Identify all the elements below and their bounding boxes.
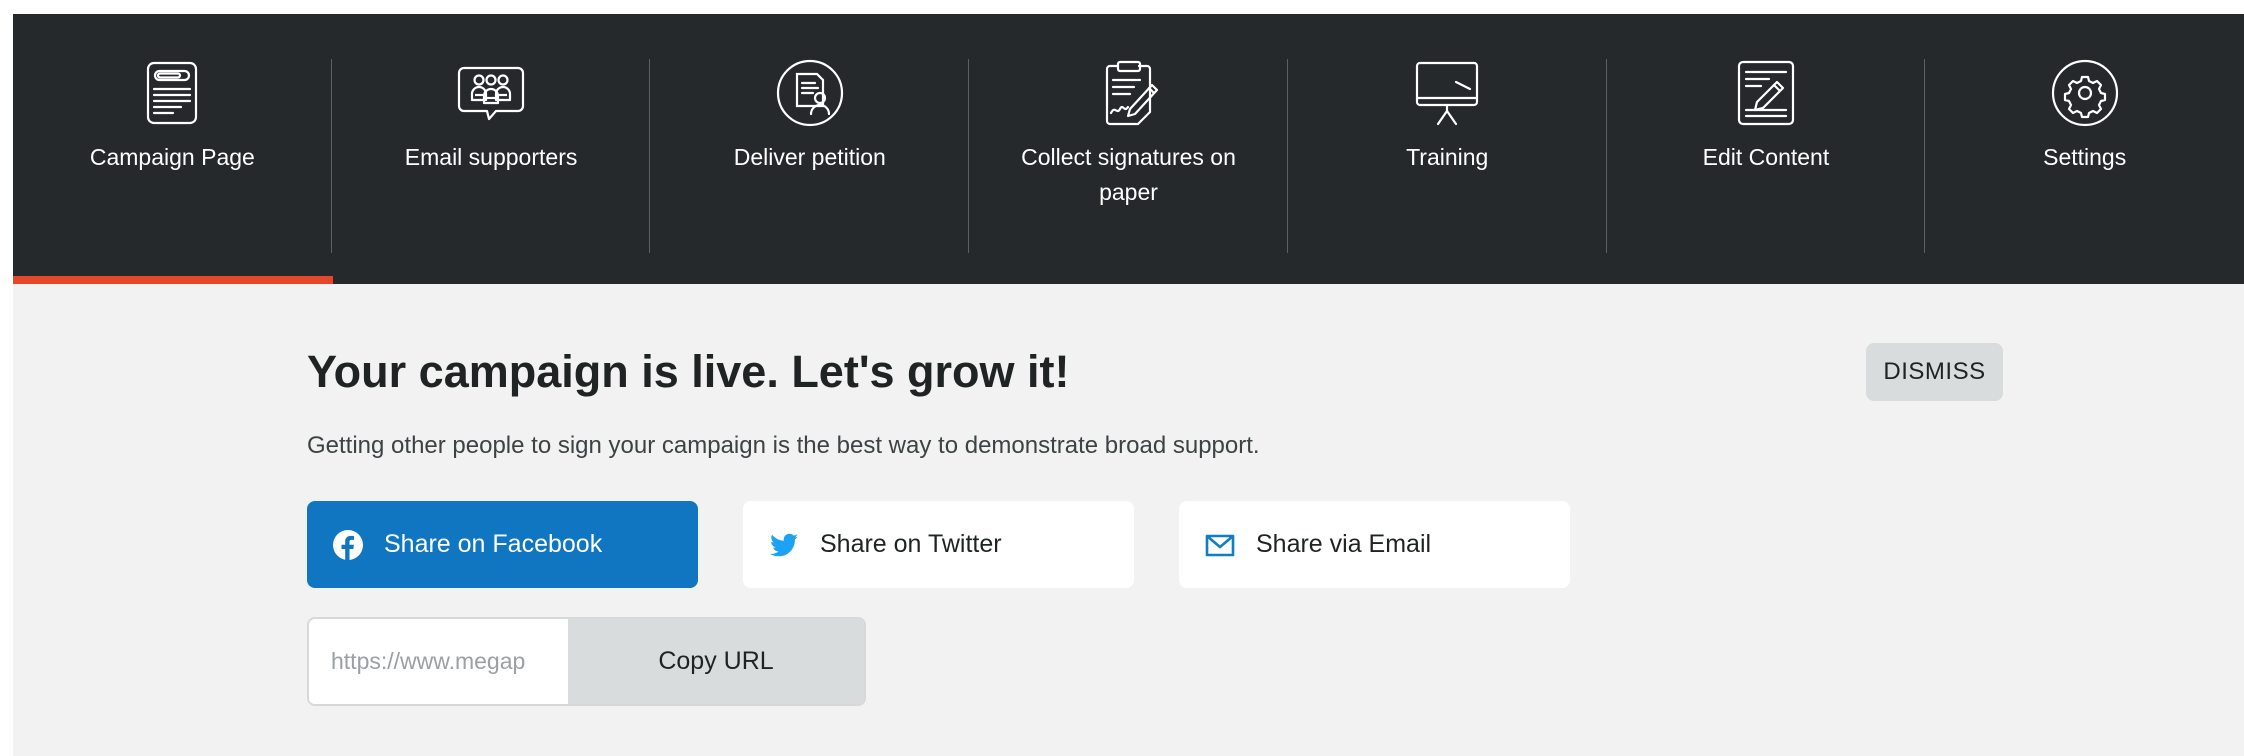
share-twitter-label: Share on Twitter bbox=[820, 530, 1002, 558]
nav-item-collect-signatures[interactable]: Collect signatures on paper bbox=[969, 14, 1288, 284]
nav-item-edit-content[interactable]: Edit Content bbox=[1607, 14, 1926, 284]
nav-item-training[interactable]: Training bbox=[1288, 14, 1607, 284]
email-supporters-icon bbox=[456, 58, 526, 128]
nav-label-deliver-petition: Deliver petition bbox=[733, 144, 886, 170]
clipboard-icon bbox=[1094, 58, 1164, 128]
nav-label-email-supporters: Email supporters bbox=[404, 144, 578, 170]
twitter-icon bbox=[768, 529, 800, 561]
copy-url-button[interactable]: Copy URL bbox=[568, 619, 864, 704]
nav-item-settings[interactable]: Settings bbox=[1925, 14, 2244, 284]
banner-subtext: Getting other people to sign your campai… bbox=[307, 432, 1260, 459]
nav-item-email-supporters[interactable]: Email supporters bbox=[332, 14, 651, 284]
facebook-icon bbox=[332, 529, 364, 561]
share-buttons: Share on Facebook Share on Twitter Share… bbox=[307, 501, 1570, 588]
nav-label-collect-signatures: Collect signatures on paper bbox=[1021, 144, 1236, 205]
envelope-icon bbox=[1204, 529, 1236, 561]
share-twitter-button[interactable]: Share on Twitter bbox=[743, 501, 1134, 588]
nav-label-settings: Settings bbox=[2043, 144, 2127, 170]
campaign-url-input[interactable] bbox=[309, 619, 568, 704]
left-strip bbox=[0, 0, 13, 756]
share-email-button[interactable]: Share via Email bbox=[1179, 501, 1570, 588]
nav-label-training: Training bbox=[1406, 144, 1489, 170]
share-facebook-label: Share on Facebook bbox=[384, 530, 603, 558]
campaign-page-icon bbox=[137, 58, 207, 128]
banner-headline: Your campaign is live. Let's grow it! bbox=[307, 346, 1070, 397]
dismiss-button[interactable]: DISMISS bbox=[1866, 343, 2003, 401]
share-facebook-button[interactable]: Share on Facebook bbox=[307, 501, 698, 588]
edit-content-icon bbox=[1731, 58, 1801, 128]
nav-item-campaign-page[interactable]: Campaign Page bbox=[13, 14, 333, 284]
training-icon bbox=[1412, 58, 1482, 128]
nav-label-edit-content: Edit Content bbox=[1702, 144, 1830, 170]
gear-icon bbox=[2050, 58, 2120, 128]
top-strip bbox=[0, 0, 2244, 14]
campaign-nav: Campaign Page Email supporters Deliver p… bbox=[13, 14, 2244, 284]
campaign-url-group: Copy URL bbox=[307, 617, 866, 706]
deliver-petition-icon bbox=[775, 58, 845, 128]
nav-label-campaign-page: Campaign Page bbox=[89, 144, 255, 170]
nav-item-deliver-petition[interactable]: Deliver petition bbox=[650, 14, 970, 284]
share-email-label: Share via Email bbox=[1256, 530, 1432, 558]
